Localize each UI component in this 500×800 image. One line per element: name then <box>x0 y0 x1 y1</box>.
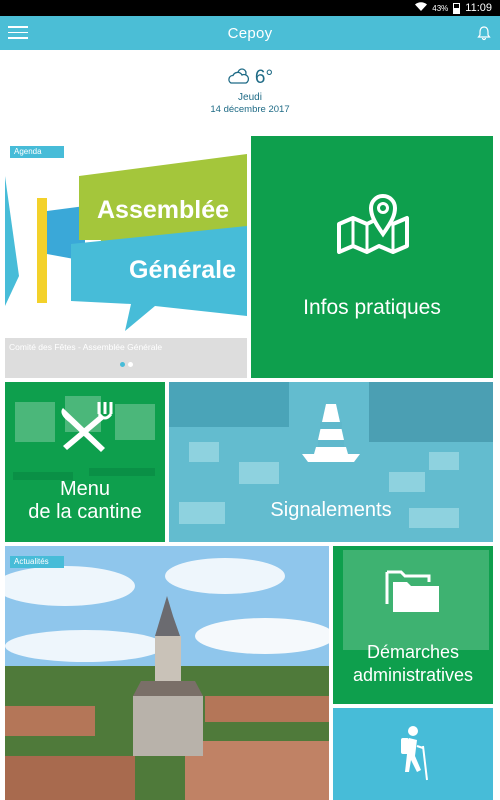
weather-day: Jeudi <box>238 92 262 103</box>
agenda-caption-bar: Comité des Fêtes - Assemblée Générale <box>5 338 247 378</box>
actualites-tag: Actualités <box>10 556 64 568</box>
cloud-sun-icon <box>227 66 251 91</box>
menu-label-line1: Menu <box>59 478 111 500</box>
banner-text-2: Générale <box>129 256 236 284</box>
folder-icon <box>385 570 439 612</box>
weather-date: 14 décembre 2017 <box>210 104 290 115</box>
app-header: Cepoy <box>0 16 500 50</box>
battery-icon <box>453 2 461 14</box>
bell-icon[interactable] <box>476 25 492 41</box>
hiker-icon <box>401 726 428 781</box>
banner-text-1: Assemblée <box>97 196 229 224</box>
status-bar: 43% 11:09 <box>0 0 500 16</box>
battery-percent: 43% <box>432 3 449 13</box>
hamburger-menu-icon[interactable] <box>8 26 28 40</box>
weather-widget: 6° Jeudi 14 décembre 2017 <box>0 66 500 115</box>
menu-cantine-tile[interactable]: Menu de la cantine <box>5 382 165 542</box>
infos-pratiques-label: Infos pratiques <box>303 296 441 319</box>
infos-pratiques-tile[interactable]: Infos pratiques <box>251 136 493 378</box>
demarches-label-line2: administratives <box>352 665 474 685</box>
signalements-tile[interactable]: Signalements <box>169 382 493 542</box>
carousel-dot-1[interactable] <box>119 362 125 367</box>
signalements-label: Signalements <box>270 499 392 521</box>
wifi-icon <box>415 1 428 15</box>
page-title: Cepoy <box>227 24 273 42</box>
randonnee-tile[interactable] <box>333 708 493 800</box>
map-pin-icon <box>337 194 409 254</box>
agenda-banner-image: Assemblée Générale <box>5 136 247 338</box>
agenda-tag: Agenda <box>10 146 64 158</box>
actualites-tile[interactable]: Actualités <box>5 546 329 800</box>
church-aerial-photo <box>5 546 329 800</box>
agenda-carousel[interactable]: Assemblée Générale Agenda Comité des Fêt… <box>5 136 247 378</box>
carousel-dots <box>5 362 247 367</box>
demarches-tile[interactable]: Démarches administratives <box>333 546 493 704</box>
demarches-label-line1: Démarches <box>366 642 460 662</box>
carousel-dot-2[interactable] <box>127 362 133 367</box>
weather-temperature: 6° <box>254 67 274 88</box>
status-time: 11:09 <box>465 2 492 14</box>
fork-knife-icon <box>61 402 113 452</box>
menu-label-line2: de la cantine <box>28 501 142 523</box>
agenda-caption: Comité des Fêtes - Assemblée Générale <box>9 342 163 352</box>
traffic-cone-icon <box>302 404 360 462</box>
